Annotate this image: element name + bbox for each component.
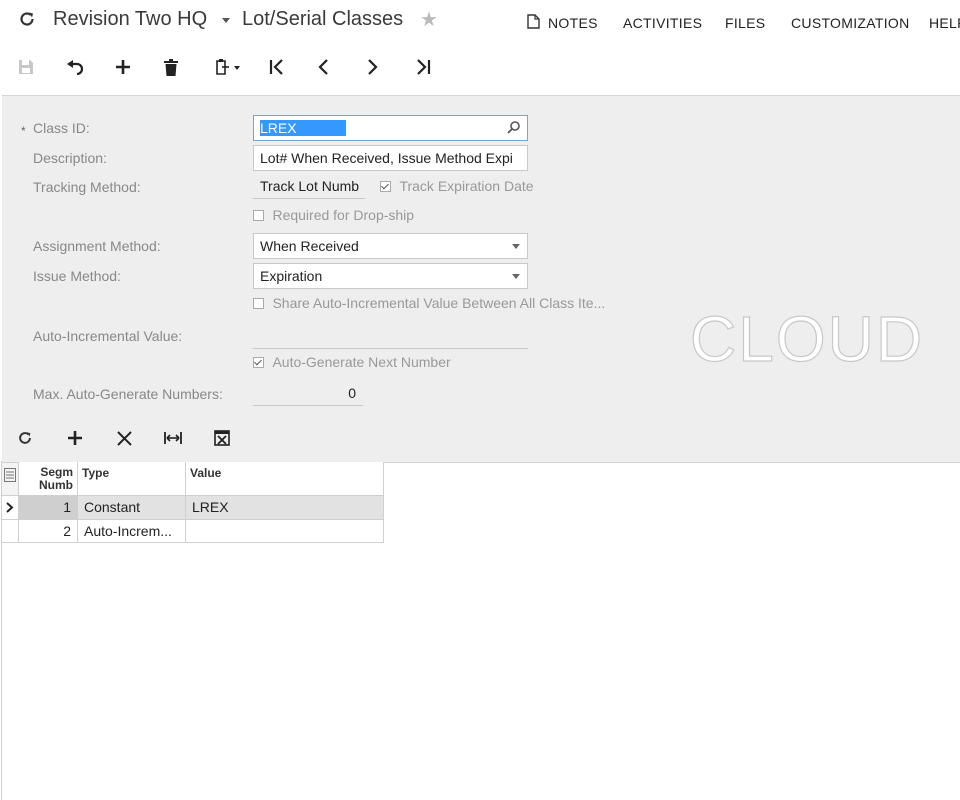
next-record-icon[interactable] [357,52,387,82]
company-name[interactable]: Revision Two HQ [53,8,207,31]
class-id-input[interactable]: LREX [253,115,528,141]
tracking-method-select[interactable]: Track Lot Numb [253,175,365,199]
issue-method-value: Expiration [260,268,323,284]
table-row-2-segment[interactable]: 2 [19,520,78,543]
row-selector[interactable] [2,520,19,543]
share-autoinc-label: Share Auto-Incremental Value Between All… [272,295,606,311]
fit-columns-icon[interactable] [158,423,188,453]
track-expiration-checkbox[interactable]: Track Expiration Date [380,178,534,196]
class-id-label: Class ID: [33,120,90,136]
table-row-1-type[interactable]: Constant [78,496,186,520]
search-icon[interactable] [507,117,521,140]
chevron-down-icon [512,274,520,279]
autoinc-value-label: Auto-Incremental Value: [33,328,183,344]
nav-activities[interactable]: ACTIVITIES [623,15,702,31]
assignment-method-select[interactable]: When Received [253,233,528,259]
autogen-check-icon [253,357,264,369]
required-dropship-label: Required for Drop-ship [272,207,415,223]
nav-help[interactable]: HELP [929,15,960,31]
assignment-method-value: When Received [260,238,359,254]
main-toolbar [0,50,960,84]
last-record-icon[interactable] [408,52,438,82]
save-icon[interactable] [11,52,41,82]
title-bar: Revision Two HQ Lot/Serial Classes ★ NOT… [0,0,960,44]
cloud-watermark: CLOUD [689,303,925,375]
chevron-down-icon [512,244,520,249]
copy-paste-icon[interactable] [208,52,248,82]
track-expiration-label: Track Expiration Date [399,178,534,194]
grid-settings-icon[interactable] [2,462,19,496]
row-selector-active[interactable] [2,496,19,520]
previous-record-icon[interactable] [309,52,339,82]
autogen-checkbox[interactable]: Auto-Generate Next Number [253,354,451,372]
column-header-segment[interactable]: Segm Numb [19,462,78,496]
export-excel-icon[interactable] [207,423,237,453]
nav-files[interactable]: FILES [725,15,765,31]
refresh-icon[interactable] [12,4,42,34]
required-marker: * [21,124,26,138]
grid-refresh-icon[interactable] [10,423,40,453]
company-dropdown-icon[interactable] [222,18,230,23]
table-row-1-value[interactable]: LREX [186,496,384,520]
table-row-2-type[interactable]: Auto-Increm... [78,520,186,543]
page-title: Lot/Serial Classes [242,8,404,30]
undo-icon[interactable] [60,52,90,82]
track-expiration-check-icon [380,181,391,193]
share-autoinc-check-icon [253,298,264,310]
autoinc-value-input[interactable] [253,325,528,349]
nav-customization[interactable]: CUSTOMIZATION [791,15,910,31]
max-autogen-label: Max. Auto-Generate Numbers: [33,386,223,402]
add-icon[interactable] [108,52,138,82]
nav-notes[interactable]: NOTES [548,15,598,31]
tracking-method-label: Tracking Method: [33,179,141,195]
class-id-value: LREX [260,120,346,136]
issue-method-select[interactable]: Expiration [253,263,528,289]
share-autoinc-checkbox[interactable]: Share Auto-Incremental Value Between All… [253,295,605,313]
description-input[interactable]: Lot# When Received, Issue Method Expi [253,145,528,171]
required-dropship-checkbox[interactable]: Required for Drop-ship [253,207,414,225]
grid-add-row-icon[interactable] [60,423,90,453]
first-record-icon[interactable] [262,52,292,82]
issue-method-label: Issue Method: [33,268,121,284]
description-label: Description: [33,150,107,166]
table-row-2-value[interactable] [186,520,384,543]
form-panel: * Class ID: LREX Description: Lot# When … [2,95,960,463]
max-autogen-input[interactable]: 0 [253,382,363,406]
grid-delete-row-icon[interactable] [109,423,139,453]
required-dropship-check-icon [253,210,264,222]
assignment-method-label: Assignment Method: [33,238,161,254]
column-header-value[interactable]: Value [186,462,384,496]
table-row-1-segment[interactable]: 1 [19,496,78,520]
segments-grid: Segm Numb Type Value 1 Constant LREX 2 A… [2,462,384,544]
delete-icon[interactable] [156,52,186,82]
column-header-segment-line2: Numb [39,478,73,492]
column-header-type[interactable]: Type [78,462,186,496]
autogen-label: Auto-Generate Next Number [272,354,451,370]
favorite-star-icon[interactable]: ★ [420,7,438,32]
notes-icon [527,14,540,34]
